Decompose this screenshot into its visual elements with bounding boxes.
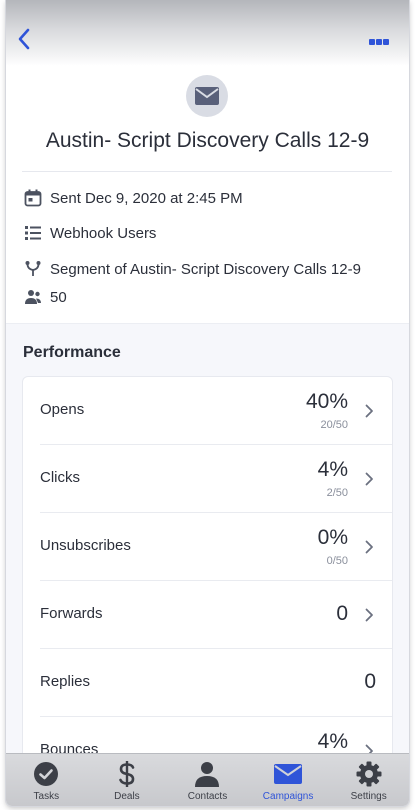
chevron-right-icon (365, 608, 373, 622)
stat-ratio: 0/50 (326, 555, 348, 567)
stat-label: Forwards (40, 605, 103, 622)
chevron-left-icon (18, 28, 30, 50)
tab-campaigns[interactable]: Campaigns (248, 754, 329, 806)
tab-tasks[interactable]: Tasks (6, 754, 87, 806)
stat-value: 4% (317, 458, 348, 481)
segment-text: Segment of Austin- Script Discovery Call… (50, 260, 361, 278)
more-options-button[interactable] (369, 32, 393, 45)
recipients-row: 50 (24, 286, 67, 308)
segment-row: Segment of Austin- Script Discovery Call… (24, 258, 361, 280)
gear-icon (356, 761, 382, 787)
tab-bar: Tasks Deals Contacts Campaigns Settings (6, 753, 409, 806)
envelope-icon (195, 87, 219, 105)
list-name-text: Webhook Users (50, 224, 157, 242)
chevron-right-icon (365, 472, 373, 486)
tab-label: Tasks (33, 791, 60, 802)
stat-value: 0 (364, 670, 376, 693)
list-icon (25, 226, 41, 240)
more-dots-icon (369, 39, 375, 45)
chevron-right-icon (365, 540, 373, 554)
divider (22, 171, 392, 172)
chevron-right-icon (365, 404, 373, 418)
tab-settings[interactable]: Settings (328, 754, 409, 806)
back-button[interactable] (14, 26, 36, 52)
tab-contacts[interactable]: Contacts (167, 754, 248, 806)
tab-label: Contacts (187, 791, 228, 802)
stat-value: 0 (336, 602, 348, 625)
stat-label: Clicks (40, 469, 80, 486)
stat-row-forwards[interactable]: Forwards 0 (23, 581, 392, 649)
stat-value: 0% (317, 526, 348, 549)
campaign-title: Austin- Script Discovery Calls 12-9 (45, 129, 370, 152)
app-screen: Austin- Script Discovery Calls 12-9 Sent… (6, 0, 409, 806)
stat-ratio: 20/50 (320, 419, 348, 431)
recipients-count: 50 (50, 288, 67, 306)
sent-date-row: Sent Dec 9, 2020 at 2:45 PM (24, 187, 243, 209)
navigation-bar (6, 0, 409, 66)
stat-label: Opens (40, 401, 85, 418)
stat-value: 4% (317, 730, 348, 753)
performance-card: Opens 40% 20/50 Clicks 4% 2/50 Unsubscri… (22, 376, 393, 806)
campaign-type-avatar (186, 75, 228, 117)
stat-row-clicks[interactable]: Clicks 4% 2/50 (23, 445, 392, 513)
sent-date-text: Sent Dec 9, 2020 at 2:45 PM (50, 189, 243, 207)
calendar-icon (24, 189, 42, 207)
tab-label: Settings (350, 791, 387, 802)
stat-row-replies: Replies 0 (23, 649, 392, 717)
performance-section: Performance Opens 40% 20/50 Clicks 4% 2/… (6, 323, 409, 806)
envelope-icon (274, 764, 303, 784)
tab-deals[interactable]: Deals (87, 754, 168, 806)
stat-value: 40% (305, 390, 348, 413)
dollar-icon (119, 761, 135, 787)
segment-fork-icon (25, 261, 41, 276)
tab-label: Campaigns (262, 791, 314, 802)
tab-label: Deals (114, 791, 140, 802)
performance-heading: Performance (23, 344, 121, 361)
stat-row-opens[interactable]: Opens 40% 20/50 (23, 377, 392, 445)
stat-ratio: 2/50 (326, 487, 348, 499)
stat-label: Replies (40, 673, 91, 690)
people-icon (25, 290, 41, 304)
check-circle-icon (34, 762, 59, 786)
stat-row-unsubscribes[interactable]: Unsubscribes 0% 0/50 (23, 513, 392, 581)
list-row: Webhook Users (24, 222, 156, 244)
person-icon (195, 762, 220, 787)
stat-label: Unsubscribes (40, 537, 131, 554)
